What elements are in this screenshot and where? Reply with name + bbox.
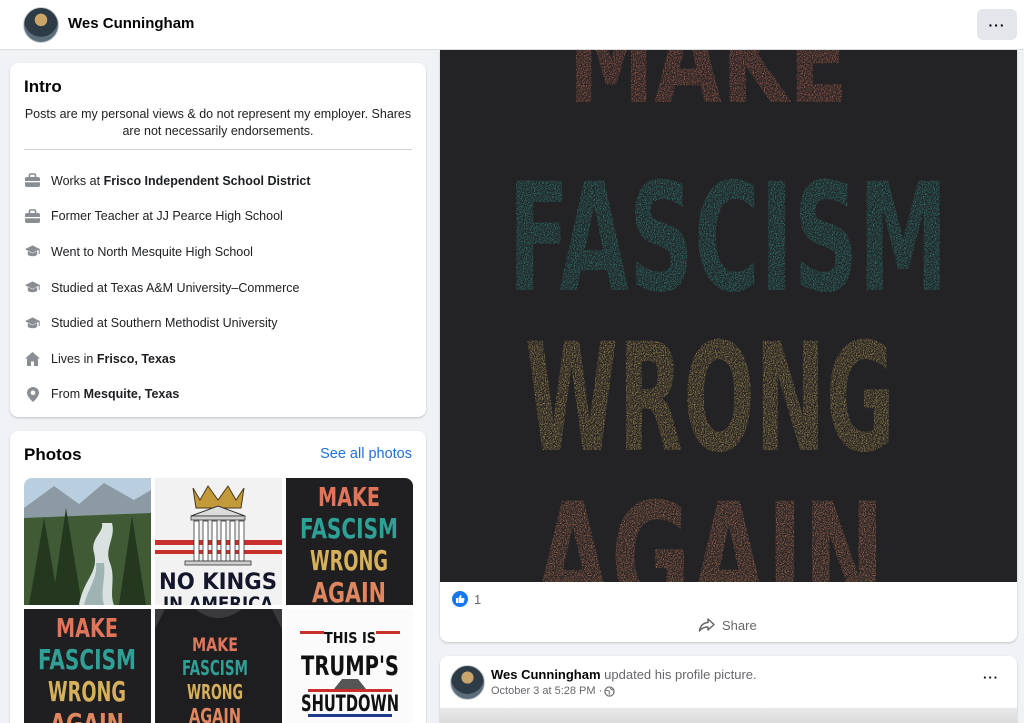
post-image-poster: MAKE FASCISM WRONG AGAIN bbox=[440, 50, 1017, 582]
intro-item-prefix: Former Teacher at JJ Pearce High School bbox=[51, 209, 283, 224]
location-pin-icon bbox=[24, 386, 41, 403]
profile-picture-post: Wes Cunningham updated his profile pictu… bbox=[440, 656, 1017, 723]
photos-card: Photos See all photos NO KINGS IN AMERICA… bbox=[10, 431, 426, 723]
profile-header-bar: Wes Cunningham ··· bbox=[0, 0, 1024, 50]
intro-divider bbox=[24, 149, 412, 150]
intro-item-text: Works at Frisco Independent School Distr… bbox=[51, 174, 311, 188]
intro-item: Lives in Frisco, Texas bbox=[24, 341, 414, 377]
intro-item: Works at Frisco Independent School Distr… bbox=[24, 163, 414, 199]
intro-item: Former Teacher at JJ Pearce High School bbox=[24, 199, 414, 235]
share-button[interactable]: Share bbox=[698, 617, 757, 633]
post-timestamp[interactable]: October 3 at 5:28 PM · bbox=[491, 685, 602, 697]
photo-grid: NO KINGS IN AMERICA MAKE FASCISM WRONG AGAIN M… bbox=[24, 478, 413, 723]
more-options-button[interactable]: ··· bbox=[977, 9, 1017, 40]
photos-title: Photos bbox=[24, 445, 82, 464]
intro-item-link[interactable]: Mesquite, Texas bbox=[84, 387, 180, 401]
intro-item-prefix: Works at bbox=[51, 173, 104, 188]
intro-item-prefix: Studied at Texas A&M University–Commerce bbox=[51, 280, 300, 295]
photo-thumbnail[interactable]: THIS IS TRUMP'S SHUTDOWN bbox=[286, 609, 413, 723]
reaction-summary[interactable]: 1 bbox=[452, 591, 481, 607]
tile-text: MAKE bbox=[56, 614, 118, 644]
briefcase-icon bbox=[24, 172, 41, 189]
tile-text: NO KINGS bbox=[159, 570, 277, 595]
intro-details-list: Works at Frisco Independent School Distr… bbox=[24, 163, 414, 412]
intro-bio: Posts are my personal views & do not rep… bbox=[24, 107, 412, 138]
poster-line-again: AGAIN bbox=[535, 472, 885, 582]
tile-text: FASCISM bbox=[300, 512, 398, 545]
graduation-cap-icon bbox=[24, 243, 41, 260]
profile-picture-preview[interactable] bbox=[440, 708, 1017, 723]
tile-text: THIS IS bbox=[324, 629, 376, 647]
tile-text: AGAIN bbox=[312, 576, 386, 605]
poster-line-fascism: FASCISM bbox=[508, 152, 948, 326]
photo-thumbnail[interactable] bbox=[24, 478, 151, 605]
tile-text: MAKE bbox=[192, 634, 238, 656]
photo-thumbnail[interactable]: MAKEFASCISMWRONGAGAIN bbox=[24, 609, 151, 723]
briefcase-icon bbox=[24, 208, 41, 225]
post-meta-line: October 3 at 5:28 PM · bbox=[491, 685, 615, 697]
poster-line-make: MAKE bbox=[568, 50, 848, 132]
tile-text: FASCISM bbox=[182, 656, 248, 680]
intro-card: Intro Posts are my personal views & do n… bbox=[10, 63, 426, 417]
share-icon bbox=[698, 618, 715, 632]
intro-item-prefix: From bbox=[51, 387, 84, 402]
tile-text: MAKE bbox=[318, 483, 380, 513]
intro-item: Studied at Southern Methodist University bbox=[24, 305, 414, 341]
intro-title: Intro bbox=[24, 77, 62, 96]
profile-avatar[interactable] bbox=[23, 7, 59, 43]
post-card: MAKE FASCISM WRONG AGAIN 1 Share bbox=[440, 50, 1017, 642]
post-more-options-button[interactable]: ··· bbox=[983, 670, 999, 685]
post-author-avatar[interactable] bbox=[450, 665, 485, 700]
post-author-name[interactable]: Wes Cunningham bbox=[491, 667, 601, 682]
intro-item-text: From Mesquite, Texas bbox=[51, 387, 179, 401]
post-image[interactable]: MAKE FASCISM WRONG AGAIN bbox=[440, 50, 1017, 582]
post-action-text: updated his profile picture. bbox=[600, 667, 757, 682]
intro-item: From Mesquite, Texas bbox=[24, 377, 414, 413]
share-label: Share bbox=[722, 617, 757, 633]
photo-thumbnail[interactable]: NO KINGS IN AMERICA bbox=[155, 478, 282, 605]
intro-item-link[interactable]: Frisco Independent School District bbox=[104, 174, 311, 188]
tile-text: AGAIN bbox=[50, 707, 124, 723]
profile-name[interactable]: Wes Cunningham bbox=[68, 15, 194, 32]
like-reaction-icon bbox=[452, 591, 468, 607]
home-icon bbox=[24, 350, 41, 367]
graduation-cap-icon bbox=[24, 279, 41, 296]
intro-item-prefix: Went to North Mesquite High School bbox=[51, 244, 253, 259]
intro-item-text: Former Teacher at JJ Pearce High School bbox=[51, 209, 283, 223]
tile-text: WRONG bbox=[187, 680, 243, 704]
intro-item-prefix: Lives in bbox=[51, 351, 97, 366]
like-count: 1 bbox=[474, 591, 482, 607]
tile-text: TRUMP'S bbox=[301, 651, 399, 682]
photo-thumbnail[interactable]: MAKEFASCISMWRONGAGAIN bbox=[155, 609, 282, 723]
post-header-line: Wes Cunningham updated his profile pictu… bbox=[491, 667, 757, 682]
graduation-cap-icon bbox=[24, 315, 41, 332]
intro-item-text: Lives in Frisco, Texas bbox=[51, 352, 176, 366]
tile-text: IN AMERICA bbox=[163, 593, 273, 605]
globe-icon bbox=[604, 685, 615, 697]
photo-thumbnail[interactable]: MAKEFASCISMWRONGAGAIN bbox=[286, 478, 413, 605]
intro-item-text: Studied at Southern Methodist University bbox=[51, 316, 278, 330]
tile-text: WRONG bbox=[48, 675, 126, 708]
intro-item-text: Went to North Mesquite High School bbox=[51, 245, 253, 259]
tile-text: AGAIN bbox=[189, 704, 241, 723]
intro-item-text: Studied at Texas A&M University–Commerce bbox=[51, 281, 299, 295]
intro-item: Went to North Mesquite High School bbox=[24, 234, 414, 270]
see-all-photos-link[interactable]: See all photos bbox=[320, 446, 412, 462]
intro-item-prefix: Studied at Southern Methodist University bbox=[51, 316, 278, 331]
poster-line-wrong: WRONG bbox=[525, 312, 895, 486]
tile-text: FASCISM bbox=[38, 643, 136, 676]
intro-item-link[interactable]: Frisco, Texas bbox=[97, 352, 176, 366]
tile-text: SHUTDOWN bbox=[301, 692, 399, 717]
tile-text: WRONG bbox=[310, 544, 388, 577]
intro-item: Studied at Texas A&M University–Commerce bbox=[24, 270, 414, 306]
